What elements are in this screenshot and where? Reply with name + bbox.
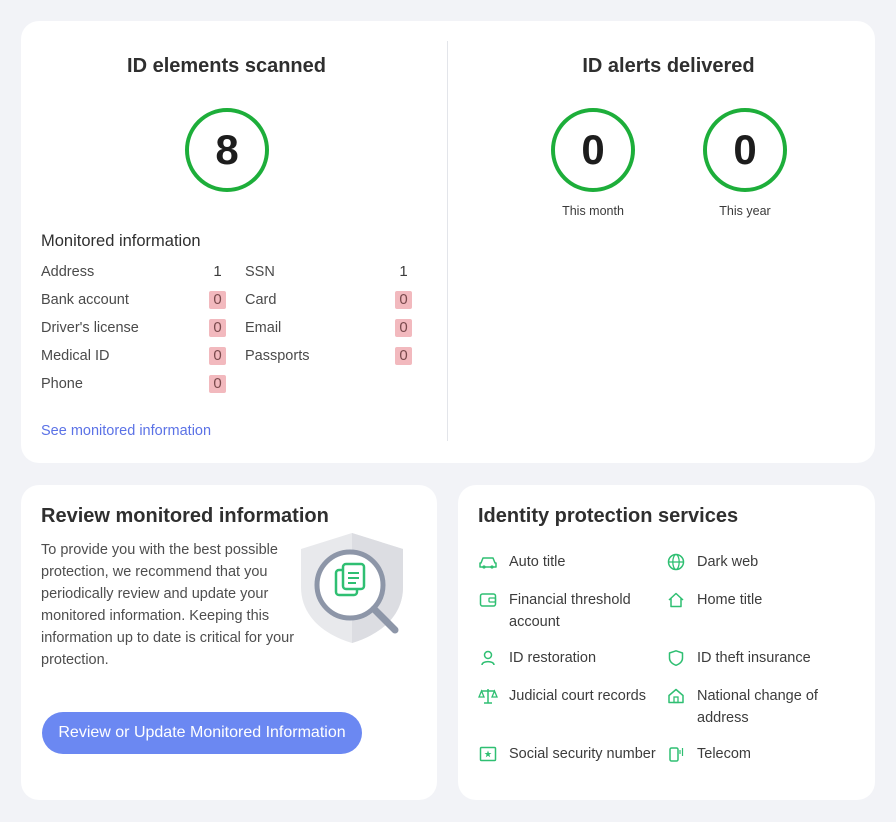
monitored-item-label: Bank account [41, 292, 129, 308]
monitored-item-label: Address [41, 264, 95, 280]
monitored-item-label: Email [245, 320, 282, 336]
service-item-id-restoration: ID restoration [478, 647, 658, 669]
service-label: Home title [697, 592, 763, 608]
services-title: Identity protection services [478, 505, 739, 527]
scales-icon [478, 686, 498, 706]
monitored-item-value: 0 [209, 291, 226, 309]
monitored-item-value: 0 [395, 319, 412, 337]
service-item-financial-threshold: Financial threshold account [478, 589, 658, 633]
service-item-auto-title: Auto title [478, 551, 658, 573]
id-alerts-delivered-title: ID alerts delivered [582, 55, 755, 77]
service-item-dark-web: Dark web [666, 551, 856, 573]
globe-icon [666, 552, 686, 572]
home-icon [666, 590, 686, 610]
service-label: Telecom [697, 746, 751, 762]
id-elements-scanned-title: ID elements scanned [127, 55, 326, 77]
service-label: Judicial court records [509, 688, 646, 704]
review-title: Review monitored information [41, 505, 329, 527]
service-item-social-security-number: Social security number [478, 743, 668, 765]
service-label: ID theft insurance [697, 650, 811, 666]
monitored-item-value: 0 [209, 375, 226, 393]
id-card-icon [478, 744, 498, 764]
review-update-button[interactable]: Review or Update Monitored Information [42, 712, 362, 754]
alerts-year-caption: This year [719, 204, 771, 218]
monitored-information-title: Monitored information [41, 232, 201, 250]
shield-icon [666, 648, 686, 668]
monitored-item-label: Driver's license [41, 320, 139, 336]
monitored-item-value: 1 [213, 263, 222, 280]
service-item-home-title: Home title [666, 589, 856, 611]
service-label: Social security number [509, 746, 656, 762]
service-label: Financial threshold account [509, 592, 631, 630]
summary-card: ID elements scanned 8 Monitored informat… [21, 21, 875, 463]
scanned-count-ring: 8 [185, 108, 269, 192]
service-item-telecom: Telecom [666, 743, 856, 765]
service-item-national-change-of-address: National change of address [666, 685, 826, 729]
monitored-item-value: 0 [209, 347, 226, 365]
service-label: ID restoration [509, 650, 597, 666]
review-description: To provide you with the best possible pr… [41, 542, 295, 668]
phone-icon [666, 744, 686, 764]
car-icon [478, 552, 498, 572]
wallet-icon [478, 590, 498, 610]
card-divider [447, 41, 448, 441]
monitored-item-value: 0 [395, 347, 412, 365]
alerts-year-ring: 0 [703, 108, 787, 192]
person-icon [478, 648, 498, 668]
monitored-item-label: SSN [245, 264, 275, 280]
service-label: Auto title [509, 554, 566, 570]
monitored-item-label: Medical ID [41, 348, 110, 364]
monitored-item-value: 0 [209, 319, 226, 337]
service-item-id-theft-insurance: ID theft insurance [666, 647, 856, 669]
monitored-item-label: Card [245, 292, 277, 308]
review-card: Review monitored information To provide … [21, 485, 437, 800]
services-card: Identity protection services Auto title … [458, 485, 875, 800]
see-monitored-information-link[interactable]: See monitored information [41, 423, 211, 439]
service-label: Dark web [697, 554, 759, 570]
house-door-icon [666, 686, 686, 706]
monitored-item-value: 1 [399, 263, 408, 280]
service-item-judicial-court-records: Judicial court records [478, 685, 668, 707]
service-label: National change of address [697, 688, 818, 726]
alerts-month-ring: 0 [551, 108, 635, 192]
alerts-month-caption: This month [562, 204, 624, 218]
monitored-item-label: Phone [41, 376, 83, 392]
shield-magnifier-illustration [297, 529, 407, 647]
monitored-item-value: 0 [395, 291, 412, 309]
monitored-item-label: Passports [245, 348, 310, 364]
